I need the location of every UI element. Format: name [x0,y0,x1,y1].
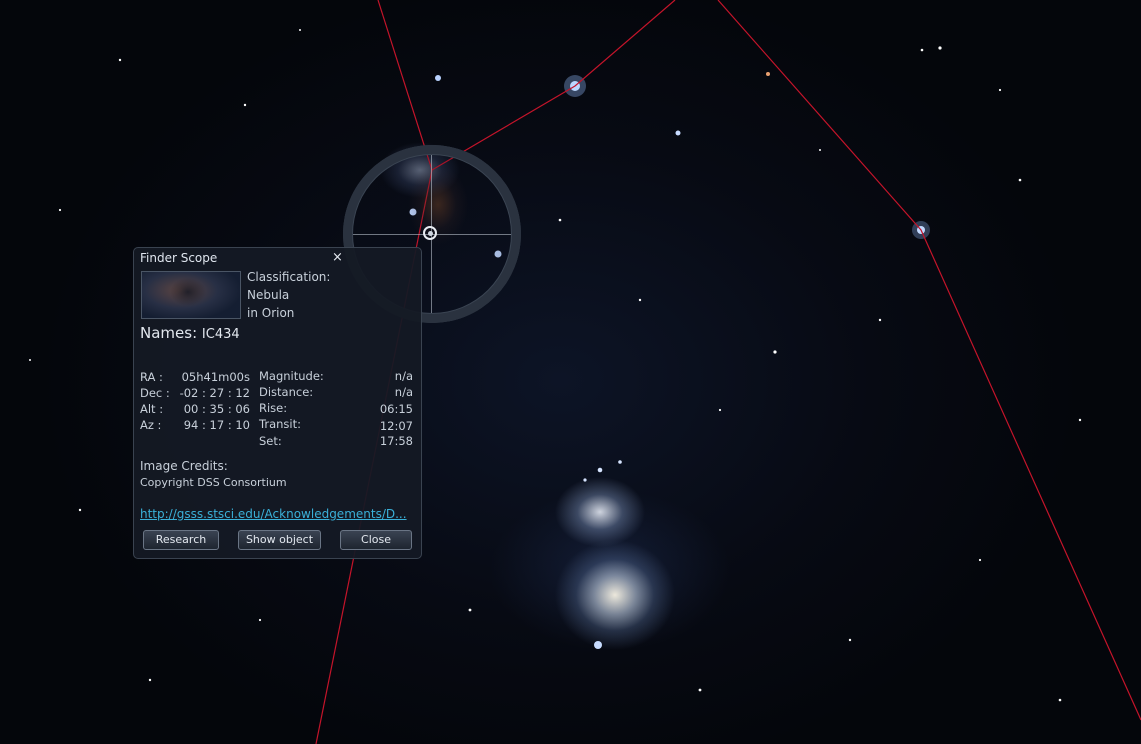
az-label: Az : [140,418,162,432]
alt-label: Alt : [140,402,164,416]
show-object-button[interactable]: Show object [238,530,321,550]
star [773,350,777,354]
star [848,638,852,642]
star [243,103,247,107]
ra-value: 05h41m00s [181,370,250,384]
rise-value: 06:15 [379,402,413,416]
az-value: 94 : 17 : 10 [183,418,250,432]
star [435,75,441,81]
star [920,48,924,52]
star [583,478,587,482]
star [698,688,702,692]
distance-value: n/a [394,385,413,399]
set-value: 17:58 [379,434,413,448]
star [594,641,602,649]
star [878,318,882,322]
constellation-line-right [717,0,1141,721]
star [1078,418,1082,422]
credits-link[interactable]: http://gsss.stsci.edu/Acknowledgements/D… [140,507,410,521]
distance-label: Distance: [259,385,314,399]
panel-title: Finder Scope [140,251,218,265]
star [258,618,262,622]
crosshair-center [428,231,433,236]
star [29,359,31,361]
alt-value: 00 : 35 : 06 [183,402,250,416]
classification-type: Nebula [247,288,290,302]
star [938,46,942,50]
star [618,460,622,464]
classification-label: Classification: [247,270,331,284]
close-button[interactable]: Close [340,530,412,550]
close-icon[interactable]: × [332,250,343,265]
set-label: Set: [259,434,282,448]
star [558,218,562,222]
finder-scope-panel: Finder Scope × Classification: Nebula in… [133,247,422,559]
star [675,130,681,136]
research-button[interactable]: Research [143,530,219,550]
names-label: Names: [140,324,198,342]
star [978,558,982,562]
star [718,408,722,412]
classification-location: in Orion [247,306,295,320]
star [118,58,122,62]
names-value: IC434 [201,327,240,342]
dec-value: -02 : 27 : 12 [179,386,250,400]
constellation-line-shoulder [431,0,676,171]
star [638,298,642,302]
ra-label: RA : [140,370,163,384]
names-row: Names: IC434 [140,324,240,342]
star [1058,698,1062,702]
transit-label: Transit: [259,417,301,431]
star [1018,178,1022,182]
magnitude-label: Magnitude: [259,369,324,383]
object-thumbnail[interactable] [141,271,241,319]
magnitude-value: n/a [394,369,413,383]
star [819,149,821,151]
star [597,467,603,473]
star [78,508,82,512]
star [468,608,472,612]
star [58,208,62,212]
star [998,88,1002,92]
star [148,678,152,682]
image-credits-label: Image Credits: [140,459,228,473]
rise-label: Rise: [259,401,288,415]
image-credits-value: Copyright DSS Consortium [140,476,287,489]
transit-value: 12:07 [379,419,413,433]
star [299,29,301,31]
dec-label: Dec : [140,386,170,400]
nebula-glow [403,155,473,245]
star [766,72,770,76]
